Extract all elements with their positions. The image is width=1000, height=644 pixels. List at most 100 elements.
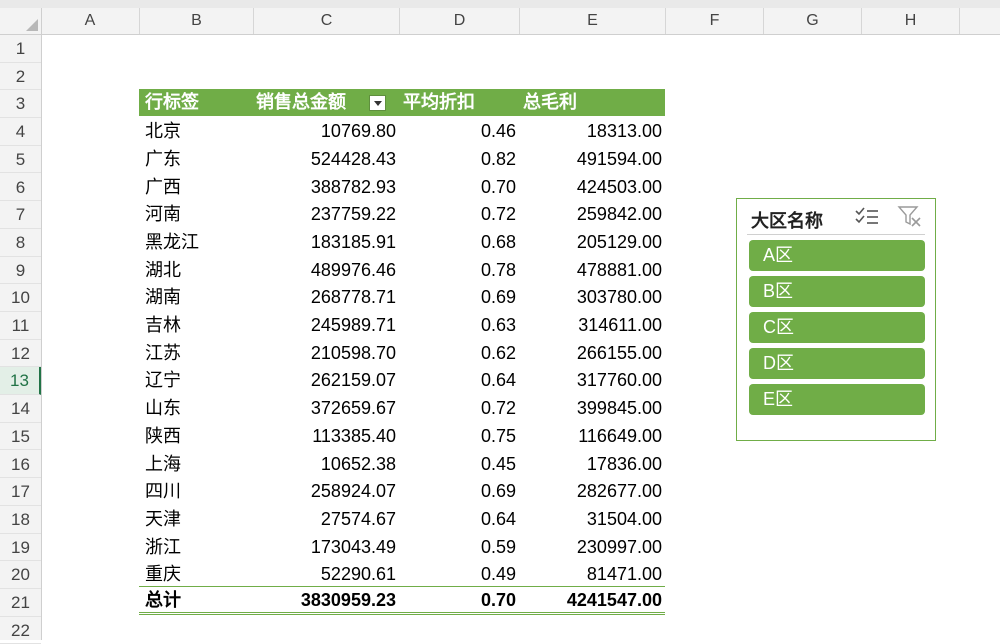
pivot-row-sales[interactable]: 10769.80 <box>254 118 396 146</box>
pivot-row-discount[interactable]: 0.46 <box>400 118 516 146</box>
pivot-row-discount[interactable]: 0.62 <box>400 340 516 368</box>
pivot-row-profit[interactable]: 478881.00 <box>520 257 662 285</box>
multi-select-icon[interactable] <box>854 205 880 229</box>
row-header[interactable]: 16 <box>0 451 41 479</box>
pivot-row-label[interactable]: 上海 <box>145 451 245 479</box>
pivot-row-discount[interactable]: 0.45 <box>400 451 516 479</box>
region-slicer[interactable]: 大区名称 A区 B区 C区 D区 E区 <box>736 198 936 441</box>
column-header-c[interactable]: C <box>254 8 400 34</box>
pivot-row-label[interactable]: 辽宁 <box>145 367 245 395</box>
column-header-e[interactable]: E <box>520 8 666 34</box>
pivot-row-sales[interactable]: 268778.71 <box>254 284 396 312</box>
row-header[interactable]: 7 <box>0 201 41 229</box>
pivot-row-profit[interactable]: 282677.00 <box>520 478 662 506</box>
pivot-row-discount[interactable]: 0.72 <box>400 395 516 423</box>
pivot-row-profit[interactable]: 31504.00 <box>520 506 662 534</box>
pivot-row-label[interactable]: 广东 <box>145 146 245 174</box>
row-header[interactable]: 4 <box>0 118 41 146</box>
pivot-row-discount[interactable]: 0.82 <box>400 146 516 174</box>
pivot-row-sales[interactable]: 10652.38 <box>254 451 396 479</box>
column-header-a[interactable]: A <box>41 8 140 34</box>
total-label[interactable]: 总计 <box>145 587 245 615</box>
select-all-button[interactable] <box>0 8 42 34</box>
pivot-row-profit[interactable]: 266155.00 <box>520 340 662 368</box>
pivot-row-profit[interactable]: 491594.00 <box>520 146 662 174</box>
filter-dropdown-icon[interactable] <box>369 95 386 111</box>
slicer-item-d[interactable]: D区 <box>749 348 925 379</box>
pivot-row-label[interactable]: 江苏 <box>145 340 245 368</box>
row-header[interactable]: 6 <box>0 174 41 202</box>
row-header[interactable]: 9 <box>0 257 41 285</box>
slicer-item-e[interactable]: E区 <box>749 384 925 415</box>
pivot-row-discount[interactable]: 0.68 <box>400 229 516 257</box>
column-header-f[interactable]: F <box>666 8 764 34</box>
column-header-b[interactable]: B <box>140 8 254 34</box>
total-discount[interactable]: 0.70 <box>400 587 516 615</box>
pivot-row-sales[interactable]: 173043.49 <box>254 534 396 562</box>
pivot-row-discount[interactable]: 0.59 <box>400 534 516 562</box>
pivot-row-profit[interactable]: 116649.00 <box>520 423 662 451</box>
pivot-row-label[interactable]: 吉林 <box>145 312 245 340</box>
row-header[interactable]: 14 <box>0 395 41 423</box>
pivot-row-label[interactable]: 浙江 <box>145 534 245 562</box>
pivot-row-sales[interactable]: 113385.40 <box>254 423 396 451</box>
row-header[interactable]: 15 <box>0 423 41 451</box>
pivot-row-sales[interactable]: 237759.22 <box>254 201 396 229</box>
pivot-row-label[interactable]: 湖北 <box>145 257 245 285</box>
pivot-row-label[interactable]: 四川 <box>145 478 245 506</box>
pivot-row-discount[interactable]: 0.49 <box>400 561 516 589</box>
row-header[interactable]: 3 <box>0 90 41 119</box>
pivot-row-discount[interactable]: 0.69 <box>400 284 516 312</box>
row-header[interactable]: 12 <box>0 340 41 368</box>
pivot-row-sales[interactable]: 489976.46 <box>254 257 396 285</box>
row-header[interactable]: 1 <box>0 35 41 63</box>
pivot-row-sales[interactable]: 210598.70 <box>254 340 396 368</box>
row-header[interactable]: 17 <box>0 478 41 506</box>
row-header[interactable]: 11 <box>0 312 41 340</box>
pivot-row-profit[interactable]: 205129.00 <box>520 229 662 257</box>
pivot-row-label[interactable]: 河南 <box>145 201 245 229</box>
pivot-row-sales[interactable]: 245989.71 <box>254 312 396 340</box>
column-header-g[interactable]: G <box>764 8 862 34</box>
pivot-row-label[interactable]: 北京 <box>145 118 245 146</box>
pivot-row-profit[interactable]: 17836.00 <box>520 451 662 479</box>
pivot-row-sales[interactable]: 258924.07 <box>254 478 396 506</box>
pivot-row-label[interactable]: 重庆 <box>145 561 245 589</box>
pivot-row-discount[interactable]: 0.72 <box>400 201 516 229</box>
row-header[interactable]: 10 <box>0 284 41 312</box>
slicer-item-b[interactable]: B区 <box>749 276 925 307</box>
pivot-row-label[interactable]: 黑龙江 <box>145 229 245 257</box>
row-header[interactable]: 13 <box>0 367 41 396</box>
column-header-h[interactable]: H <box>862 8 960 34</box>
pivot-row-label[interactable]: 广西 <box>145 174 245 202</box>
pivot-row-sales[interactable]: 262159.07 <box>254 367 396 395</box>
pivot-row-sales[interactable]: 183185.91 <box>254 229 396 257</box>
clear-filter-icon[interactable] <box>897 204 923 228</box>
row-header[interactable]: 5 <box>0 146 41 174</box>
pivot-row-discount[interactable]: 0.70 <box>400 174 516 202</box>
pivot-row-label[interactable]: 天津 <box>145 506 245 534</box>
row-header[interactable]: 19 <box>0 534 41 562</box>
pivot-row-discount[interactable]: 0.75 <box>400 423 516 451</box>
column-header-d[interactable]: D <box>400 8 520 34</box>
row-header[interactable]: 8 <box>0 229 41 257</box>
pivot-row-profit[interactable]: 81471.00 <box>520 561 662 589</box>
pivot-row-sales[interactable]: 524428.43 <box>254 146 396 174</box>
pivot-row-profit[interactable]: 230997.00 <box>520 534 662 562</box>
pivot-row-sales[interactable]: 372659.67 <box>254 395 396 423</box>
pivot-row-profit[interactable]: 314611.00 <box>520 312 662 340</box>
row-header[interactable]: 18 <box>0 506 41 534</box>
pivot-row-profit[interactable]: 18313.00 <box>520 118 662 146</box>
pivot-row-sales[interactable]: 27574.67 <box>254 506 396 534</box>
pivot-row-profit[interactable]: 399845.00 <box>520 395 662 423</box>
slicer-item-c[interactable]: C区 <box>749 312 925 343</box>
slicer-item-a[interactable]: A区 <box>749 240 925 271</box>
pivot-row-profit[interactable]: 303780.00 <box>520 284 662 312</box>
row-header[interactable]: 21 <box>0 589 41 617</box>
row-header[interactable]: 2 <box>0 63 41 91</box>
pivot-row-profit[interactable]: 317760.00 <box>520 367 662 395</box>
pivot-row-discount[interactable]: 0.69 <box>400 478 516 506</box>
total-sales[interactable]: 3830959.23 <box>254 587 396 615</box>
pivot-row-discount[interactable]: 0.63 <box>400 312 516 340</box>
pivot-row-label[interactable]: 陕西 <box>145 423 245 451</box>
